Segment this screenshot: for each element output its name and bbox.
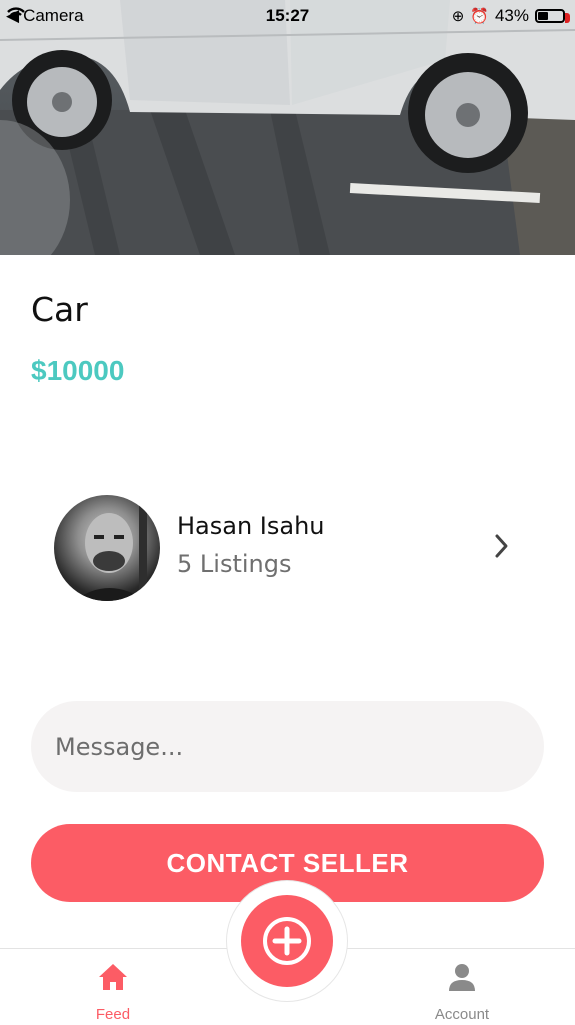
tab-feed-label: Feed — [95, 1006, 131, 1023]
seller-name: Hasan Isahu — [177, 512, 325, 540]
tab-account[interactable]: Account — [402, 949, 522, 1025]
status-right: ⊕ ⏰ 43% — [451, 6, 570, 26]
tab-account-label: Account — [434, 1006, 490, 1023]
battery-percent: 43% — [494, 6, 529, 25]
home-icon — [99, 964, 127, 990]
status-bar: ◀ Camera 15:27 ⊕ ⏰ 43% — [0, 0, 575, 32]
listing-image: ◀ Camera 15:27 ⊕ ⏰ 43% — [0, 0, 575, 255]
seller-avatar — [54, 495, 160, 601]
seller-listings-count: 5 Listings — [177, 550, 292, 578]
plus-icon — [263, 917, 311, 965]
seller-row[interactable]: Hasan Isahu 5 Listings — [30, 480, 545, 615]
alarm-icon: ⏰ — [470, 8, 489, 25]
listing-price: $10000 — [31, 355, 125, 386]
listing-title: Car — [31, 290, 88, 329]
chevron-right-icon[interactable] — [492, 532, 512, 560]
tab-feed[interactable]: Feed — [53, 949, 173, 1025]
orientation-lock-icon: ⊕ — [451, 8, 465, 25]
battery-icon — [535, 9, 570, 23]
user-icon — [449, 964, 475, 991]
add-listing-button[interactable] — [241, 895, 333, 987]
message-input[interactable] — [31, 701, 544, 792]
